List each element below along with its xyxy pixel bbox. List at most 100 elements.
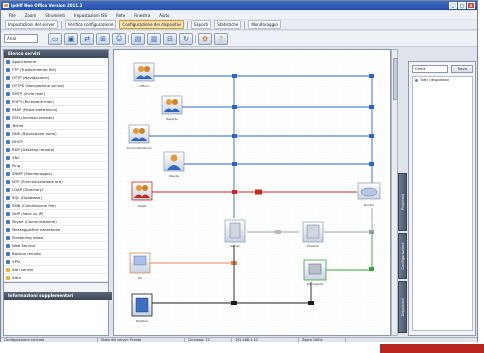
node-label-server: Server: [230, 244, 241, 248]
service-icon: [6, 147, 10, 152]
maximize-button[interactable]: □: [458, 2, 466, 9]
right-tab-1[interactable]: Configurazione: [398, 233, 407, 279]
toolbar-button-2[interactable]: Configurazione dei dispositivi: [119, 20, 185, 29]
menu-item-3[interactable]: Impostazioni ISS: [74, 13, 107, 18]
menu-bar: File Zoom Strumenti Impostazioni ISS Rete Fin…: [1, 11, 477, 19]
service-list-item[interactable]: DNS (Risoluzione nomi): [4, 130, 108, 138]
service-list-item[interactable]: IMAP (Posta elettronica): [4, 106, 108, 114]
node-label-utente: Utente: [169, 174, 179, 178]
device-tree-item[interactable]: Tutti i dispositivi: [413, 77, 472, 84]
service-label: HTTP (Navigazione): [12, 75, 50, 80]
canvas-scrollbar[interactable]: [391, 49, 398, 336]
font-combo[interactable]: Arial: [4, 34, 38, 43]
service-list-item[interactable]: Altro: [4, 274, 108, 282]
service-list-item[interactable]: VPN: [4, 258, 108, 266]
menu-item-1[interactable]: Zoom: [25, 13, 37, 18]
service-icon: [6, 179, 10, 184]
service-label: Applicazione: [12, 59, 37, 64]
diagram-canvas[interactable]: Ufficio Reparto Amministrazione Utente O…: [113, 49, 391, 336]
monitor-icon[interactable]: ▤: [131, 32, 145, 45]
toolbar-button-0[interactable]: Impostazioni del server: [5, 20, 58, 29]
find-button[interactable]: Trova: [451, 65, 473, 73]
folder-open-icon[interactable]: ▭: [48, 32, 62, 45]
service-list-item[interactable]: DHCP: [4, 138, 108, 146]
menu-item-5[interactable]: Finestra: [134, 13, 150, 18]
window-icon[interactable]: ▥: [147, 32, 161, 45]
service-icon: [6, 75, 10, 80]
service-list-item[interactable]: Web Service: [4, 242, 108, 250]
decorative-strip: [380, 344, 484, 353]
node-label-stampante: Stampante: [307, 282, 324, 286]
service-list-item[interactable]: Skype (Comunicazione): [4, 218, 108, 226]
service-icon: [6, 155, 10, 160]
service-list-item[interactable]: SSH (Accesso remoto): [4, 114, 108, 122]
service-label: SSH (Accesso remoto): [12, 115, 55, 120]
service-label: Streaming video: [12, 235, 44, 240]
service-list-item[interactable]: VNC: [4, 154, 108, 162]
right-tab-0[interactable]: Proprietà: [398, 173, 407, 231]
service-list-item[interactable]: SQL (Database): [4, 194, 108, 202]
network-icon[interactable]: ⊞: [96, 32, 110, 45]
menu-item-4[interactable]: Rete: [116, 13, 125, 18]
node-label-router: Router: [364, 203, 375, 207]
service-list-item[interactable]: HTTP (Navigazione): [4, 74, 108, 82]
toolbar-button-4[interactable]: Statistiche: [214, 20, 242, 29]
status-field-0: Configurazione caricata: [1, 338, 98, 342]
service-label: Web Service: [12, 243, 36, 248]
service-icon: [6, 195, 10, 200]
app-icon: [3, 3, 9, 8]
service-icon: [6, 259, 10, 264]
node-label-ufficio: Ufficio: [139, 84, 149, 88]
service-list-item[interactable]: SMB (Condivisione file): [4, 202, 108, 210]
toolbar-button-5[interactable]: Monitoraggio: [248, 20, 281, 29]
network-diagram[interactable]: Ufficio Reparto Amministrazione Utente O…: [114, 50, 390, 335]
service-icon: [6, 91, 10, 96]
service-list-item[interactable]: Backup remoto: [4, 250, 108, 258]
service-list-item[interactable]: NTP (Sincronizzazione ora): [4, 178, 108, 186]
service-list-item[interactable]: Applicazione: [4, 58, 108, 66]
service-list-item[interactable]: Telnet: [4, 122, 108, 130]
service-list-item[interactable]: VoIP (Voce su IP): [4, 210, 108, 218]
service-list-item[interactable]: Altri servizi: [4, 266, 108, 274]
toolbar-button-1[interactable]: Verifica configurazione: [64, 20, 117, 29]
help-icon[interactable]: ?: [214, 32, 228, 45]
service-icon: [6, 163, 10, 168]
node-label-amministrazione: Amministrazione: [126, 146, 151, 150]
service-list-item[interactable]: SNMP (Monitoraggio): [4, 170, 108, 178]
service-list-item[interactable]: LDAP (Directory): [4, 186, 108, 194]
right-tabs: Proprietà Configurazione Dispositivi: [398, 173, 407, 333]
service-list-item[interactable]: Messaggistica istantanea: [4, 226, 108, 234]
settings-icon[interactable]: ✿: [198, 32, 212, 45]
save-icon[interactable]: ▣: [64, 32, 78, 45]
node-amministrazione[interactable]: Amministrazione: [126, 124, 152, 150]
menu-item-2[interactable]: Strumenti: [45, 13, 65, 18]
refresh-icon[interactable]: ↻: [179, 32, 193, 45]
print-icon[interactable]: ⎙: [112, 32, 126, 45]
service-list-item[interactable]: RDP (Desktop remoto): [4, 146, 108, 154]
connect-icon[interactable]: ⇄: [80, 32, 94, 45]
right-tab-label: Proprietà: [400, 193, 405, 211]
scroll-thumb[interactable]: [393, 58, 398, 100]
window-title: ipdiff Neo Office Version 2011.2: [11, 3, 83, 8]
toolbar-button-3[interactable]: Esporti: [191, 20, 212, 29]
grid-icon[interactable]: ⊟: [163, 32, 177, 45]
right-tab-2[interactable]: Dispositivi: [398, 281, 407, 333]
service-icon: [6, 251, 10, 256]
status-field-3: 192.168.1.10: [232, 338, 299, 342]
close-button[interactable]: x: [467, 2, 475, 9]
service-list-item[interactable]: FTP (Trasferimento file): [4, 66, 108, 74]
device-search-input[interactable]: Cerca: [412, 65, 448, 73]
minimize-button[interactable]: _: [449, 2, 457, 9]
service-list-item[interactable]: POP3 (Ricezione mail): [4, 98, 108, 106]
service-list-item[interactable]: HTTPS (Navigazione sicura): [4, 82, 108, 90]
menu-item-0[interactable]: File: [9, 13, 16, 18]
node-stampante[interactable]: Stampante: [303, 259, 327, 286]
service-label: SMB (Condivisione file): [12, 203, 56, 208]
service-list-item[interactable]: SMTP (Invio mail): [4, 90, 108, 98]
service-label: Altri servizi: [12, 267, 34, 272]
service-list-item[interactable]: Ping: [4, 162, 108, 170]
service-list-item[interactable]: Streaming video: [4, 234, 108, 242]
menu-item-6[interactable]: Aiuto: [159, 13, 169, 18]
service-label: Skype (Comunicazione): [12, 219, 57, 224]
folder-icon: [6, 267, 10, 272]
